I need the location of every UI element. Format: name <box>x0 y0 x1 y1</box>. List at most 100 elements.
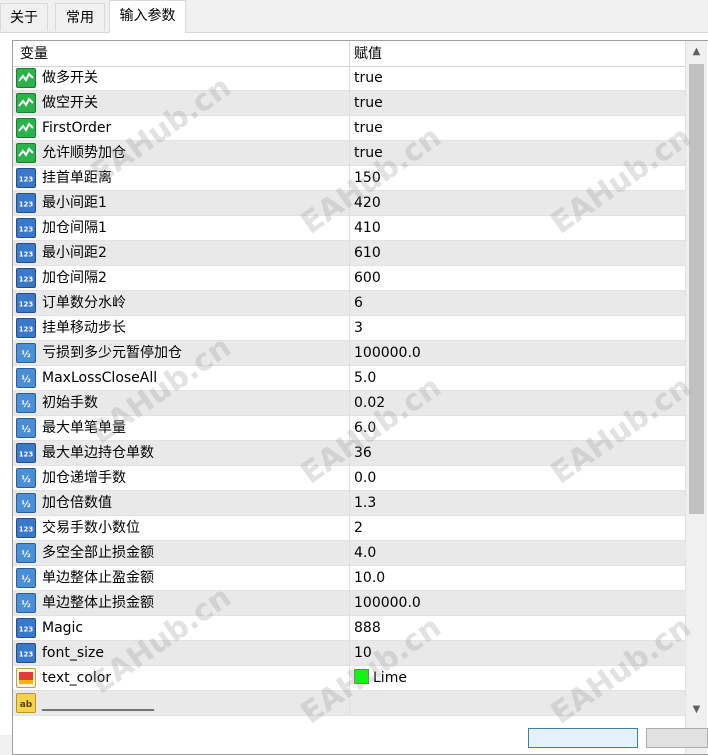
param-row[interactable]: ½ 亏损到多少元暂停加仓 100000.0 <box>13 341 685 366</box>
tab-common[interactable]: 常用 <box>55 3 105 31</box>
param-row[interactable]: 允许顺势加仓 true <box>13 141 685 166</box>
param-value[interactable]: 420 <box>354 191 381 216</box>
param-row[interactable]: ½ 多空全部止损金额 4.0 <box>13 541 685 566</box>
param-value[interactable]: 100000.0 <box>354 591 421 616</box>
param-row[interactable]: FirstOrder true <box>13 116 685 141</box>
param-name: 做空开关 <box>42 95 98 111</box>
svg-text:123: 123 <box>19 176 34 184</box>
tab-input-params[interactable]: 输入参数 <box>109 0 186 33</box>
param-row[interactable]: ½ 单边整体止损金额 100000.0 <box>13 591 685 616</box>
column-header-variable[interactable]: 变量 <box>20 41 48 66</box>
param-value[interactable]: 100000.0 <box>354 341 421 366</box>
svg-text:123: 123 <box>19 451 34 459</box>
param-value[interactable]: 410 <box>354 216 381 241</box>
param-value[interactable]: 2 <box>354 516 363 541</box>
param-row[interactable]: ½ 初始手数 0.02 <box>13 391 685 416</box>
double-icon: ½ <box>16 543 36 563</box>
param-value[interactable]: 10.0 <box>354 566 385 591</box>
param-value[interactable]: 5.0 <box>354 366 376 391</box>
param-name: ________________ <box>42 695 154 711</box>
param-row[interactable]: 123 加仓间隔2 600 <box>13 266 685 291</box>
param-value[interactable]: 3 <box>354 316 363 341</box>
param-row[interactable]: 123 font_size 10 <box>13 641 685 666</box>
param-value[interactable]: true <box>354 66 383 91</box>
tab-about[interactable]: 关于 <box>0 3 48 31</box>
param-value[interactable]: 0.02 <box>354 391 385 416</box>
param-value[interactable]: 150 <box>354 166 381 191</box>
param-row[interactable]: 123 挂单移动步长 3 <box>13 316 685 341</box>
cell-divider <box>349 516 350 541</box>
param-row[interactable]: 做空开关 true <box>13 91 685 116</box>
integer-icon: 123 <box>16 618 36 638</box>
integer-icon: 123 <box>16 218 36 238</box>
cell-divider <box>349 466 350 491</box>
cell-divider <box>349 166 350 191</box>
scrollbar-thumb[interactable] <box>689 64 704 514</box>
param-value[interactable]: Lime <box>354 666 407 691</box>
param-value[interactable]: true <box>354 141 383 166</box>
svg-text:½: ½ <box>21 374 30 385</box>
column-header-value[interactable]: 赋值 <box>354 41 382 66</box>
param-row[interactable]: 123 订单数分水岭 6 <box>13 291 685 316</box>
vertical-scrollbar[interactable]: ▲ ▼ <box>685 41 707 754</box>
color-name: Lime <box>373 670 407 686</box>
svg-text:½: ½ <box>21 424 30 435</box>
param-row[interactable]: 123 挂首单距离 150 <box>13 166 685 191</box>
param-row[interactable]: 做多开关 true <box>13 66 685 91</box>
param-value[interactable]: 6.0 <box>354 416 376 441</box>
param-name: 交易手数小数位 <box>42 520 140 536</box>
bool-icon <box>16 118 36 138</box>
svg-text:123: 123 <box>19 276 34 284</box>
param-row[interactable]: 123 最大单边持仓单数 36 <box>13 441 685 466</box>
integer-icon: 123 <box>16 518 36 538</box>
double-icon: ½ <box>16 368 36 388</box>
param-row[interactable]: ½ 加仓递增手数 0.0 <box>13 466 685 491</box>
cell-divider <box>349 341 350 366</box>
params-rows: 做多开关 true 做空开关 true FirstOrder true 允许顺势加仓 true… <box>13 66 685 716</box>
bool-icon <box>16 93 36 113</box>
param-value[interactable]: 610 <box>354 241 381 266</box>
ok-button[interactable] <box>528 728 638 748</box>
param-value[interactable]: 36 <box>354 441 372 466</box>
scroll-up-arrow-icon[interactable]: ▲ <box>686 43 707 61</box>
svg-text:½: ½ <box>21 499 30 510</box>
param-row[interactable]: ½ 单边整体止盈金额 10.0 <box>13 566 685 591</box>
param-row[interactable]: text_color Lime <box>13 666 685 691</box>
param-value[interactable]: true <box>354 91 383 116</box>
param-row[interactable]: 123 Magic 888 <box>13 616 685 641</box>
cell-divider <box>349 441 350 466</box>
param-name: text_color <box>42 670 112 686</box>
param-row[interactable]: ½ 加仓倍数值 1.3 <box>13 491 685 516</box>
param-value[interactable]: 6 <box>354 291 363 316</box>
param-row[interactable]: ab ________________ <box>13 691 685 716</box>
param-value[interactable]: 0.0 <box>354 466 376 491</box>
integer-icon: 123 <box>16 643 36 663</box>
param-value[interactable]: 1.3 <box>354 491 376 516</box>
param-row[interactable]: ½ MaxLossCloseAll 5.0 <box>13 366 685 391</box>
cell-divider <box>349 291 350 316</box>
integer-icon: 123 <box>16 443 36 463</box>
param-name: 最大单边持仓单数 <box>42 445 154 461</box>
param-row[interactable]: 123 最小间距2 610 <box>13 241 685 266</box>
param-value[interactable]: 888 <box>354 616 381 641</box>
param-value[interactable]: 4.0 <box>354 541 376 566</box>
scroll-down-arrow-icon[interactable]: ▼ <box>686 701 707 719</box>
svg-text:½: ½ <box>21 574 30 585</box>
double-icon: ½ <box>16 568 36 588</box>
param-name: 加仓倍数值 <box>42 495 112 511</box>
param-row[interactable]: ½ 最大单笔单量 6.0 <box>13 416 685 441</box>
svg-text:½: ½ <box>21 549 30 560</box>
cell-divider <box>349 241 350 266</box>
param-value[interactable]: 600 <box>354 266 381 291</box>
bool-icon <box>16 68 36 88</box>
param-row[interactable]: 123 加仓间隔1 410 <box>13 216 685 241</box>
param-name: 加仓间隔1 <box>42 220 107 236</box>
param-row[interactable]: 123 交易手数小数位 2 <box>13 516 685 541</box>
param-row[interactable]: 123 最小间距1 420 <box>13 191 685 216</box>
param-value[interactable]: true <box>354 116 383 141</box>
param-value[interactable]: 10 <box>354 641 372 666</box>
column-divider[interactable] <box>349 41 350 66</box>
param-name: 加仓递增手数 <box>42 470 126 486</box>
cancel-button[interactable] <box>646 728 708 748</box>
double-icon: ½ <box>16 343 36 363</box>
